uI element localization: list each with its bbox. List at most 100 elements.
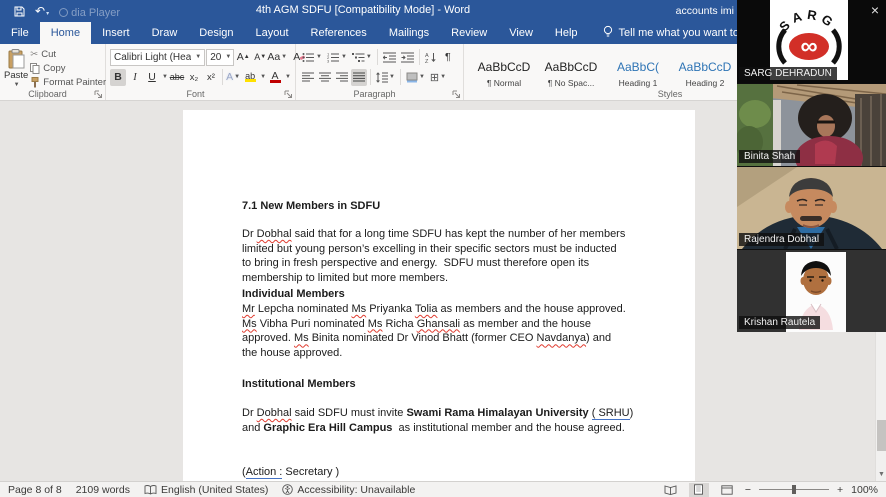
participant-name: SARG DEHRADUN (739, 67, 837, 80)
sort-button[interactable]: AZ (423, 49, 439, 66)
paste-button[interactable]: Paste ▼ (4, 47, 28, 89)
shading-button[interactable]: ▼ (404, 69, 427, 86)
align-left-button[interactable] (300, 69, 316, 86)
line-spacing-button[interactable]: ▼ (374, 69, 397, 86)
scrollbar-down-arrow[interactable]: ▼ (876, 469, 886, 481)
underline-caret-icon[interactable]: ▼ (162, 74, 168, 80)
account-button[interactable]: accounts imi (676, 5, 734, 17)
zoom-percentage[interactable]: 100% (851, 484, 878, 496)
cut-button[interactable]: ✂ Cut (30, 48, 106, 61)
copy-button[interactable]: Copy (30, 62, 106, 75)
close-icon[interactable]: × (871, 2, 879, 18)
shrink-font-button[interactable]: A▼ (252, 49, 268, 66)
doc-line: limited but young person’s excelling in … (242, 242, 625, 257)
font-color-caret-icon[interactable]: ▼ (285, 74, 291, 80)
scrollbar-thumb[interactable] (877, 420, 886, 451)
font-color-button[interactable]: A (267, 69, 283, 86)
change-case-button[interactable]: Aa▼ (269, 49, 285, 66)
tab-references[interactable]: References (300, 22, 378, 44)
video-tile-rajendra[interactable]: Rajendra Dobhal (737, 167, 886, 249)
align-left-icon (302, 72, 314, 83)
increase-indent-button[interactable] (399, 49, 416, 66)
tab-view[interactable]: View (498, 22, 544, 44)
italic-button[interactable]: I (127, 69, 143, 86)
style--normal[interactable]: AaBbCcD¶ Normal (472, 47, 536, 91)
doc-line: approved. Ms Binita nominated Dr Vinod B… (242, 331, 626, 346)
print-layout-button[interactable] (689, 483, 709, 497)
page-indicator[interactable]: Page 8 of 8 (8, 484, 62, 496)
doc-line: membership to limited but more members. (242, 271, 625, 286)
grow-font-button[interactable]: A▲ (235, 49, 251, 66)
doc-line: (Action : Secretary ) (242, 465, 339, 480)
accessibility-icon (282, 484, 293, 495)
align-right-button[interactable] (334, 69, 350, 86)
style-name: Heading 1 (619, 78, 658, 88)
borders-icon: ⊞ (430, 71, 439, 84)
tell-me-box[interactable]: Tell me what you want to do (603, 22, 755, 44)
align-center-button[interactable] (317, 69, 333, 86)
zoom-in-button[interactable]: + (837, 484, 843, 496)
bold-button[interactable]: B (110, 69, 126, 86)
underline-button[interactable]: U (144, 69, 160, 86)
tab-review[interactable]: Review (440, 22, 498, 44)
align-center-icon (319, 72, 331, 83)
chevron-down-icon: ▼ (225, 54, 231, 60)
highlight-caret-icon[interactable]: ▼ (260, 74, 266, 80)
video-tile-krishan[interactable]: Krishan Rautela (737, 250, 886, 332)
font-name-combobox[interactable]: Calibri Light (Hea ▼ (110, 49, 205, 66)
video-tile-sarg[interactable]: SARG ∞ SARG DEHRADUN (737, 0, 886, 83)
doc-line: Ms Vibha Puri nominated Ms Richa Ghansal… (242, 317, 626, 332)
read-mode-icon (664, 485, 677, 495)
accessibility-status[interactable]: Accessibility: Unavailable (282, 484, 415, 496)
tab-insert[interactable]: Insert (91, 22, 141, 44)
tab-mailings[interactable]: Mailings (378, 22, 440, 44)
strikethrough-button[interactable]: abc (169, 69, 185, 86)
format-painter-button[interactable]: Format Painter (30, 76, 106, 89)
tab-home[interactable]: Home (40, 22, 91, 44)
tab-design[interactable]: Design (188, 22, 244, 44)
font-dialog-launcher-icon[interactable] (284, 90, 293, 99)
text-effects-button[interactable]: A▼ (225, 69, 241, 86)
style-heading-2[interactable]: AaBbCcDHeading 2 (673, 47, 737, 91)
read-mode-button[interactable] (661, 483, 681, 497)
doc-line: Dr Dobhal said SDFU must invite Swami Ra… (242, 406, 633, 421)
style-preview: AaBbCcD (545, 56, 598, 78)
numbering-button[interactable]: 123▼ (325, 49, 349, 66)
proofing-status[interactable]: English (United States) (144, 484, 268, 496)
doc-line: Mr Lepcha nominated Ms Priyanka Tolia as… (242, 302, 626, 317)
tab-file[interactable]: File (0, 22, 40, 44)
justify-button[interactable] (351, 69, 367, 86)
font-size-combobox[interactable]: 20 ▼ (206, 49, 234, 66)
line-spacing-icon (376, 72, 388, 83)
decrease-indent-button[interactable] (381, 49, 398, 66)
svg-text:3: 3 (327, 58, 330, 62)
style-heading-1[interactable]: AaBbC(Heading 1 (606, 47, 670, 91)
paragraph-dialog-launcher-icon[interactable] (452, 90, 461, 99)
subscript-button[interactable]: x₂ (186, 69, 202, 86)
style--no-spac-[interactable]: AaBbCcD¶ No Spac... (539, 47, 603, 91)
clipboard-dialog-launcher-icon[interactable] (94, 90, 103, 99)
tab-help[interactable]: Help (544, 22, 589, 44)
format-painter-icon (30, 77, 40, 88)
tab-draw[interactable]: Draw (141, 22, 189, 44)
zoom-slider-thumb[interactable] (792, 485, 796, 494)
paste-caret-icon: ▼ (14, 82, 20, 88)
bullets-button[interactable]: ▼ (300, 49, 324, 66)
participant-name: Krishan Rautela (739, 316, 820, 329)
style-name: ¶ Normal (487, 78, 521, 88)
word-count[interactable]: 2109 words (76, 484, 130, 496)
zoom-slider[interactable] (759, 489, 829, 490)
multilevel-list-button[interactable]: ▼ (350, 49, 374, 66)
multilevel-list-icon (352, 52, 365, 63)
borders-button[interactable]: ⊞▼ (428, 69, 448, 86)
document-page[interactable]: 7.1 New Members in SDFUDr Dobhal said th… (183, 110, 695, 481)
show-hide-formatting-button[interactable]: ¶ (440, 49, 456, 66)
highlight-color-button[interactable]: ab (242, 69, 258, 86)
tab-layout[interactable]: Layout (245, 22, 300, 44)
zoom-out-button[interactable]: − (745, 484, 751, 496)
chevron-down-icon: ▼ (195, 54, 201, 60)
superscript-button[interactable]: x² (203, 69, 219, 86)
video-tile-binita[interactable]: Binita Shah (737, 84, 886, 166)
web-layout-button[interactable] (717, 483, 737, 497)
paste-icon (8, 49, 25, 69)
